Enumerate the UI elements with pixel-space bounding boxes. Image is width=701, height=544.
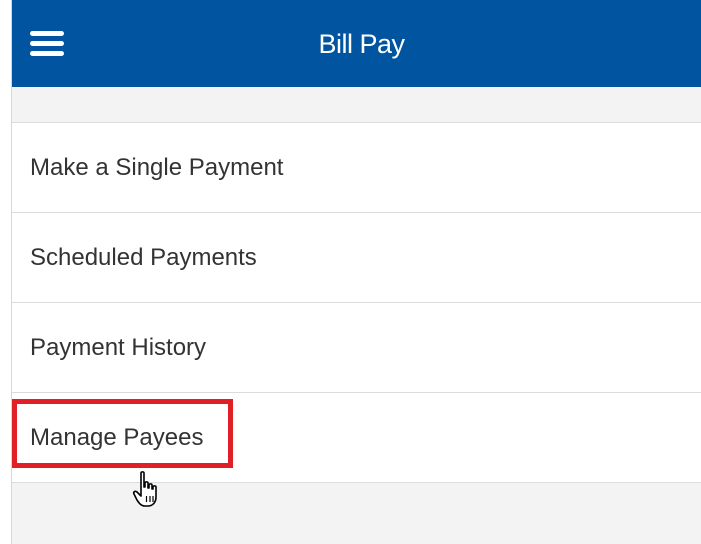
bill-pay-menu: Make a Single Payment Scheduled Payments…: [12, 123, 701, 483]
menu-footer-space: [12, 483, 701, 543]
bill-pay-app: Bill Pay Make a Single Payment Scheduled…: [11, 0, 701, 544]
menu-item-payment-history[interactable]: Payment History: [12, 303, 701, 393]
page-title: Bill Pay: [318, 29, 405, 59]
menu-item-manage-payees[interactable]: Manage Payees: [12, 393, 701, 483]
menu-item-scheduled-payments[interactable]: Scheduled Payments: [12, 213, 701, 303]
screenshot-frame: Bill Pay Make a Single Payment Scheduled…: [0, 0, 701, 544]
header-spacer: [12, 87, 701, 123]
menu-item-make-single-payment[interactable]: Make a Single Payment: [12, 123, 701, 213]
app-header: Bill Pay: [12, 0, 701, 87]
